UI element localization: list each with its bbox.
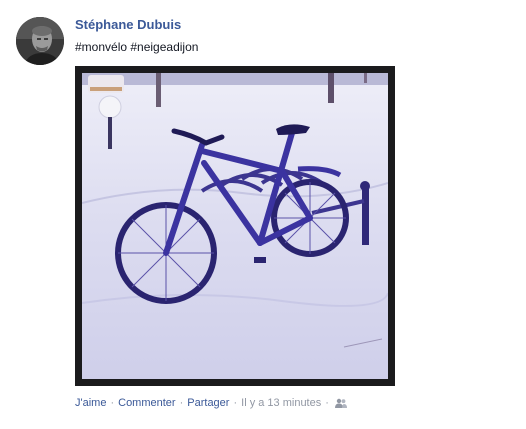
snowy-bicycle-photo: [82, 73, 388, 379]
post-message: #monvélo #neigeadijon: [75, 40, 199, 54]
avatar[interactable]: [16, 17, 64, 65]
friends-icon[interactable]: [334, 398, 347, 408]
separator: ·: [233, 397, 238, 409]
like-link[interactable]: J'aime: [75, 397, 106, 409]
post-photo[interactable]: [75, 66, 395, 386]
post-actions: J'aime · Commenter · Partager · Il y a 1…: [75, 397, 347, 409]
timestamp-link[interactable]: Il y a 13 minutes: [241, 397, 321, 409]
comment-link[interactable]: Commenter: [118, 397, 175, 409]
avatar-photo: [16, 17, 64, 65]
separator: ·: [179, 397, 184, 409]
author-name[interactable]: Stéphane Dubuis: [75, 17, 181, 32]
separator: ·: [110, 397, 115, 409]
share-link[interactable]: Partager: [187, 397, 229, 409]
separator: ·: [325, 397, 329, 409]
